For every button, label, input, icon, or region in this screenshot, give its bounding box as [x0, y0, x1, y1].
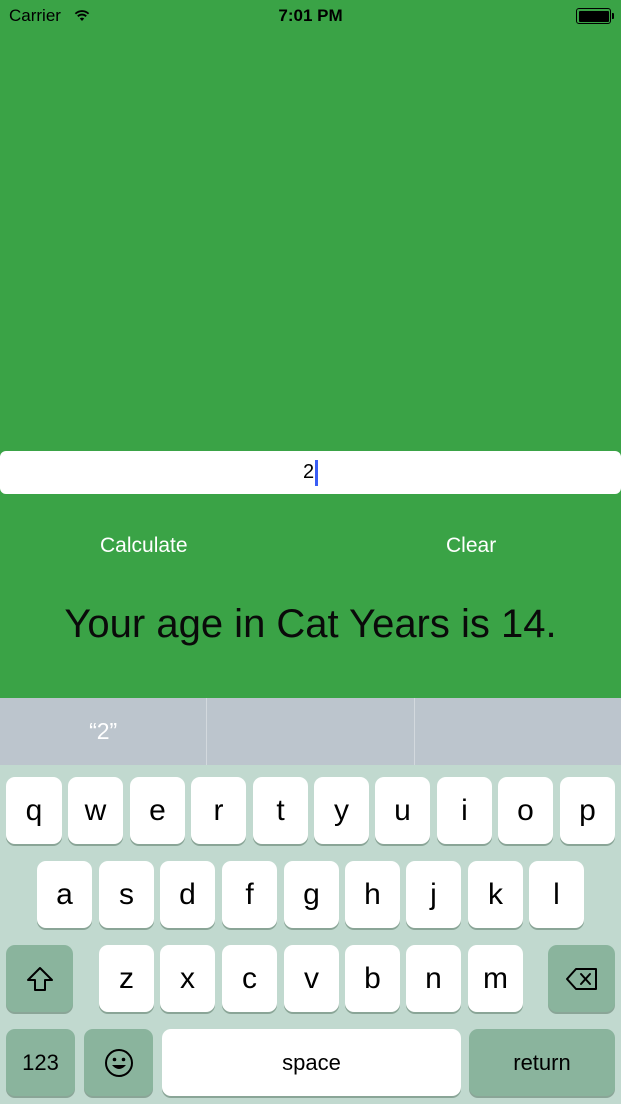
key-k[interactable]: k [468, 861, 523, 928]
battery-icon [576, 8, 611, 24]
key-s[interactable]: s [99, 861, 154, 928]
clock: 7:01 PM [278, 6, 343, 25]
result-label: Your age in Cat Years is 14. [64, 602, 557, 646]
key-n[interactable]: n [406, 945, 461, 1012]
key-w[interactable]: w [68, 777, 123, 844]
key-h[interactable]: h [345, 861, 400, 928]
key-f[interactable]: f [222, 861, 277, 928]
key-r[interactable]: r [191, 777, 246, 844]
suggestion-2[interactable] [207, 698, 413, 765]
calculate-button[interactable]: Calculate [100, 534, 188, 558]
suggestion-3[interactable] [415, 698, 621, 765]
key-t[interactable]: t [253, 777, 308, 844]
age-input[interactable]: 2 [0, 451, 621, 494]
numbers-key[interactable]: 123 [6, 1029, 75, 1096]
key-a[interactable]: a [37, 861, 92, 928]
key-b[interactable]: b [345, 945, 400, 1012]
suggestion-1[interactable]: “2” [0, 698, 206, 765]
key-o[interactable]: o [498, 777, 553, 844]
key-g[interactable]: g [284, 861, 339, 928]
key-j[interactable]: j [406, 861, 461, 928]
text-cursor [315, 459, 319, 486]
key-d[interactable]: d [160, 861, 215, 928]
age-input-value: 2 [302, 461, 315, 483]
key-m[interactable]: m [468, 945, 523, 1012]
predictive-bar: “2” [0, 698, 621, 765]
key-q[interactable]: q [6, 777, 62, 844]
key-u[interactable]: u [375, 777, 430, 844]
key-p[interactable]: p [560, 777, 615, 844]
shift-icon [26, 966, 53, 991]
shift-key[interactable] [6, 945, 73, 1012]
return-key[interactable]: return [469, 1029, 615, 1096]
backspace-icon [565, 967, 597, 990]
key-c[interactable]: c [222, 945, 277, 1012]
battery-tip [612, 13, 614, 19]
key-i[interactable]: i [437, 777, 492, 844]
space-key[interactable]: space [162, 1029, 461, 1096]
delete-key[interactable] [548, 945, 615, 1012]
key-l[interactable]: l [529, 861, 584, 928]
key-v[interactable]: v [284, 945, 339, 1012]
status-bar: Carrier 7:01 PM [0, 0, 621, 32]
key-x[interactable]: x [160, 945, 215, 1012]
emoji-key[interactable] [84, 1029, 153, 1096]
key-y[interactable]: y [314, 777, 369, 844]
key-z[interactable]: z [99, 945, 154, 1012]
clear-button[interactable]: Clear [446, 534, 496, 558]
keyboard: q w e r t y u i o p a s d f g h j k l z … [0, 765, 621, 1104]
emoji-icon [104, 1048, 133, 1077]
key-e[interactable]: e [130, 777, 185, 844]
